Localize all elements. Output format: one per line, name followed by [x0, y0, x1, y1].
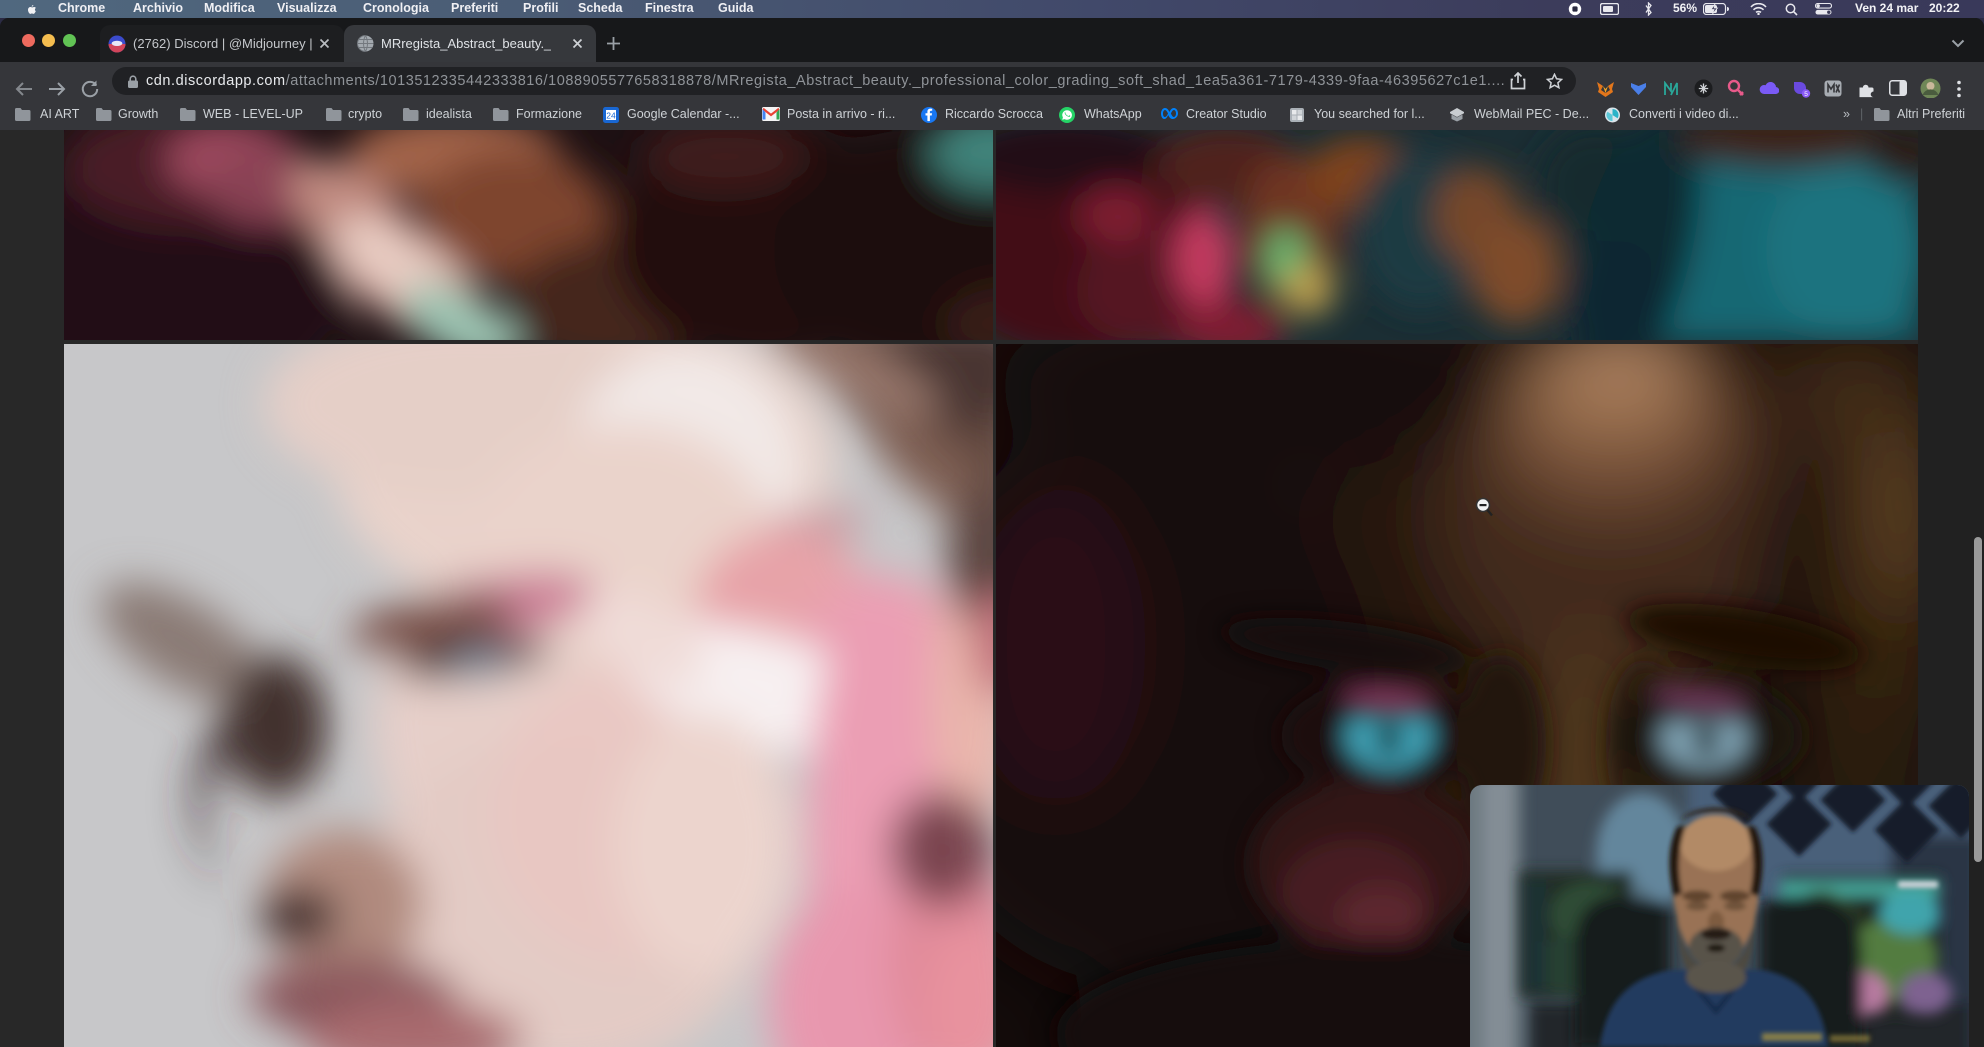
svg-text:24: 24	[606, 110, 616, 120]
svg-text:5: 5	[1804, 91, 1808, 98]
